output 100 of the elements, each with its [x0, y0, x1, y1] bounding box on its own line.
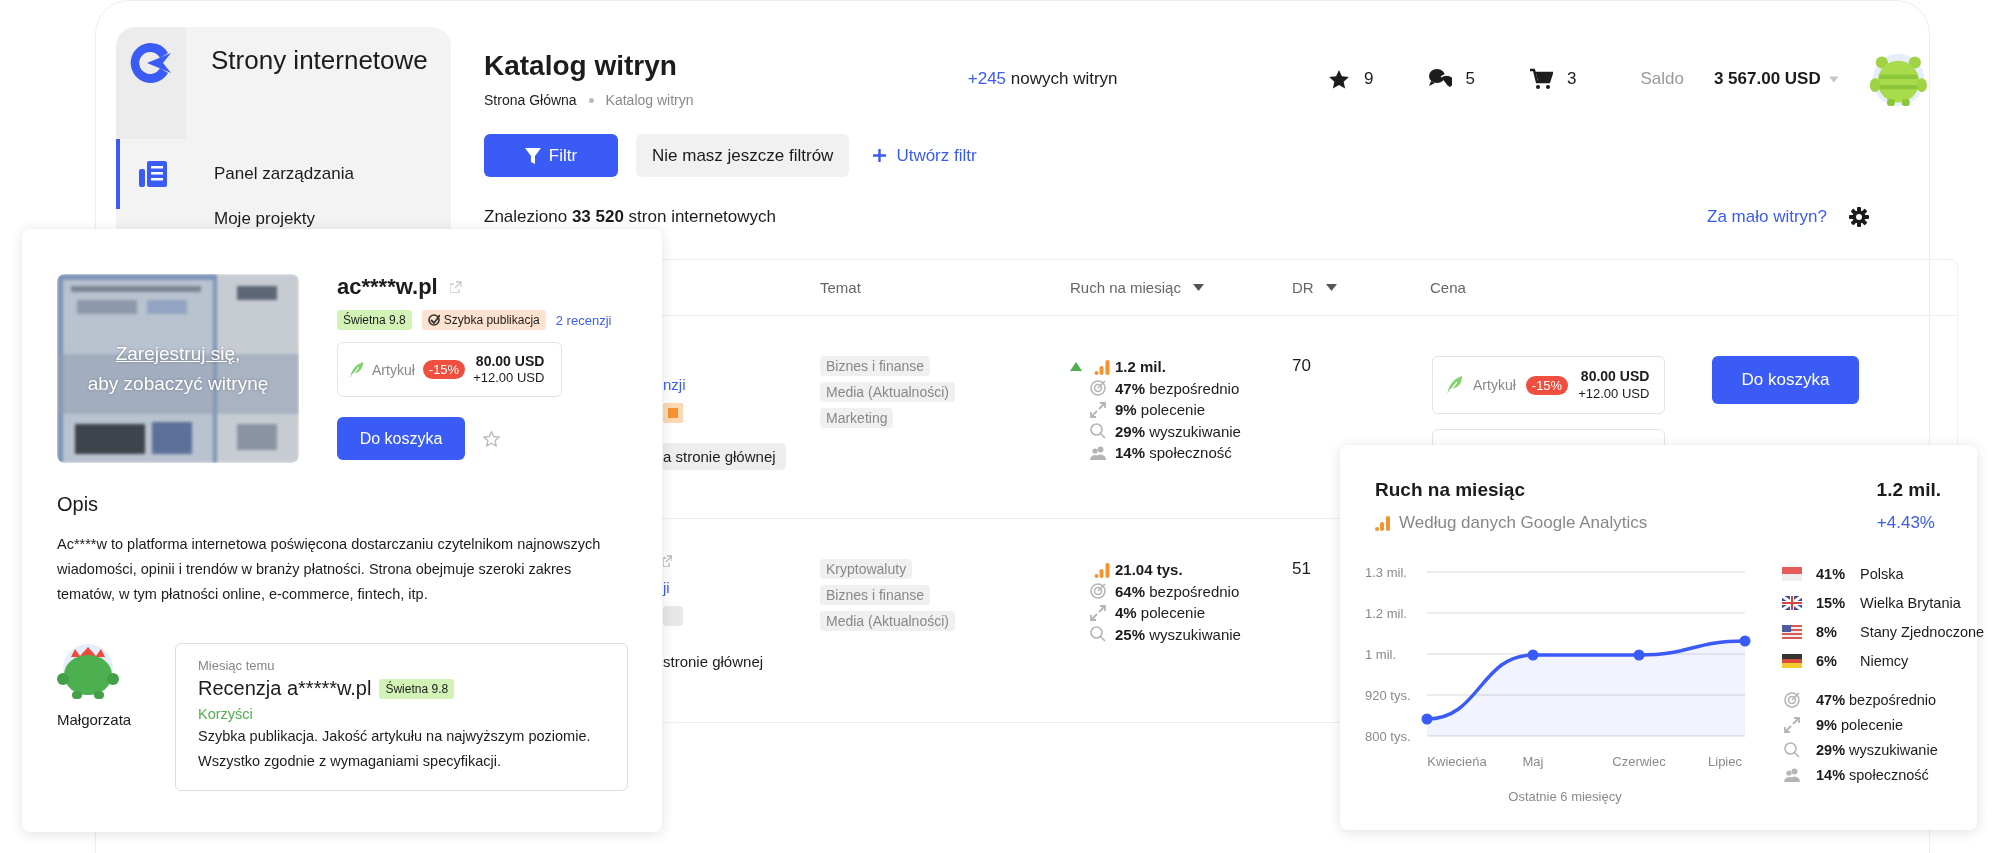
y-axis-label: 800 tys. [1365, 729, 1411, 744]
traffic-source: 64% bezpośrednio [1115, 582, 1240, 600]
add-to-cart-button[interactable]: Do koszyka [337, 417, 465, 460]
domain-rating: 51 [1292, 559, 1311, 578]
flag-icon [1782, 595, 1802, 610]
reviews-link[interactable]: ji [663, 579, 670, 596]
site-domain: ac****w.pl [337, 274, 438, 300]
review-title: Recenzja a*****w.pl [198, 677, 372, 700]
column-header[interactable]: Ruch na miesiąc [1070, 279, 1181, 296]
search-icon [1090, 423, 1106, 440]
y-axis-label: 1.2 mil. [1365, 606, 1407, 621]
reviews-link[interactable]: nzji [663, 376, 686, 393]
page-title: Katalog witryn [484, 50, 678, 82]
balance-label: Saldo [1640, 69, 1684, 89]
plus-icon [873, 149, 887, 162]
placement-tag: a stronie głównej [663, 443, 786, 470]
country-share: 6% [1816, 652, 1838, 669]
topic-tag: Media (Aktualności) [820, 611, 955, 631]
x-tick-label: Maj [1522, 754, 1544, 769]
price-type: Artykuł [1473, 377, 1516, 393]
traffic-source: 47% bezpośrednio [1816, 691, 1937, 708]
traffic-total: 21.04 tys. [1115, 561, 1183, 579]
traffic-source: 4% polecenie [1115, 604, 1206, 622]
sidebar-item[interactable]: Moje projekty [116, 209, 451, 229]
chat-icon[interactable] [1427, 68, 1452, 90]
price-amount: 80.00 USD [475, 351, 545, 371]
reviews-link[interactable]: 2 recenzji [555, 312, 612, 328]
country-name: Niemcy [1860, 652, 1909, 669]
rating-badge: Świetna 9.8 [337, 310, 412, 330]
feather-icon [348, 360, 364, 379]
traffic-source: 14% społeczność [1816, 766, 1929, 783]
sort-caret-icon[interactable] [1325, 284, 1337, 291]
sidebar-title: Strony internetowe [211, 45, 428, 77]
traffic-change: +4.43% [1876, 513, 1935, 533]
target-icon [1784, 691, 1800, 708]
feather-icon [1445, 375, 1463, 395]
review-text: Szybka publikacja. Jakość artykułu na najwyższym poziomie. Wszystko zgodnie z wymaganiami specyfikacji. [198, 727, 592, 771]
register-caption: aby zobaczyć witrynę [87, 372, 269, 395]
breadcrumb-link[interactable]: Katalog witryn [605, 92, 694, 108]
bar-chart-icon [1375, 515, 1391, 531]
y-axis-label: 920 tys. [1365, 688, 1411, 703]
country-name: Polska [1860, 565, 1904, 582]
column-header: Cena [1430, 279, 1466, 296]
x-tick-label: Lipiec [1708, 754, 1742, 769]
discount-badge: -15% [1525, 375, 1569, 395]
arrows-icon [1090, 604, 1106, 621]
traffic-total: 1.2 mil. [1876, 479, 1941, 501]
traffic-source: 9% polecenie [1115, 401, 1206, 419]
column-header[interactable]: DR [1292, 279, 1314, 296]
review-date: Miesiąc temu [198, 658, 275, 673]
data-source-text: Według danych Google Analytics [1399, 513, 1648, 533]
topic-tag: Marketing [820, 408, 894, 428]
balance-value[interactable]: 3 567.00 USD [1713, 69, 1821, 89]
flag-icon [1782, 566, 1802, 581]
traffic-source: 25% wyszukiwanie [1115, 625, 1241, 643]
search-icon [1784, 741, 1800, 758]
sidebar-item[interactable]: Panel zarządzania [116, 139, 451, 209]
counter-value: 5 [1465, 69, 1475, 89]
add-to-cart-button[interactable]: Do koszyka [1712, 356, 1859, 404]
flag-icon [1782, 624, 1802, 639]
too-few-sites-link[interactable]: Za mało witryn? [1707, 207, 1827, 227]
card-title: Ruch na miesiąc [1375, 479, 1525, 501]
arrows-icon [1090, 401, 1106, 418]
breadcrumb-link[interactable]: Strona Główna [484, 92, 577, 108]
create-filter-button[interactable]: Utwórz filtr [867, 145, 983, 166]
settings-icon[interactable] [1849, 207, 1869, 227]
discount-badge: -15% [422, 360, 466, 379]
fast-publication-tag: Szybka publikacja [421, 310, 546, 330]
price-extra: +12.00 USD [473, 370, 545, 388]
sort-caret-icon[interactable] [1192, 284, 1204, 291]
star-icon[interactable] [483, 430, 500, 447]
topic-tag: Biznes i finanse [820, 585, 931, 605]
description-heading: Opis [57, 493, 100, 516]
list-icon [139, 161, 167, 187]
target-check-icon [427, 314, 440, 326]
logo-icon[interactable] [129, 41, 173, 85]
people-icon [1090, 444, 1106, 461]
breadcrumb-separator [588, 97, 594, 103]
domain-rating: 70 [1292, 356, 1311, 375]
target-icon [1090, 583, 1106, 600]
topic-tag: Biznes i finanse [820, 356, 931, 376]
country-name: Stany Zjednoczone [1860, 623, 1985, 640]
country-name: Wielka Brytania [1860, 594, 1961, 611]
filter-button[interactable]: Filtr [484, 134, 618, 177]
y-axis-label: 1.3 mil. [1365, 565, 1407, 580]
counter-value: 9 [1364, 69, 1374, 89]
traffic-source: 29% wyszukiwanie [1115, 422, 1241, 440]
counter-value: 3 [1567, 69, 1577, 89]
column-header: Temat [820, 279, 861, 296]
description-text: Ac****w to platforma internetowa poświęcona dostarczaniu czytelnikom najnowszych wiadomości, opinii i trendów w branży płatności. Strona obejmuje szeroki zakres tematów, w tym płatności online, e-commerce, fintech, itp. [57, 535, 602, 604]
people-icon [1784, 766, 1800, 783]
country-share: 41% [1816, 565, 1846, 582]
target-icon [1090, 380, 1106, 397]
saved-filters-button[interactable]: Nie masz jeszcze filtrów [636, 134, 850, 177]
star-icon[interactable] [1328, 68, 1351, 90]
traffic-source: 9% polecenie [1816, 716, 1904, 733]
price-amount: 80.00 USD [1580, 367, 1650, 386]
new-sites-text[interactable]: +245 nowych witryn [967, 69, 1229, 89]
cart-icon[interactable] [1529, 68, 1553, 90]
x-axis-label: Ostatnie 6 miesięcy [1508, 789, 1622, 804]
